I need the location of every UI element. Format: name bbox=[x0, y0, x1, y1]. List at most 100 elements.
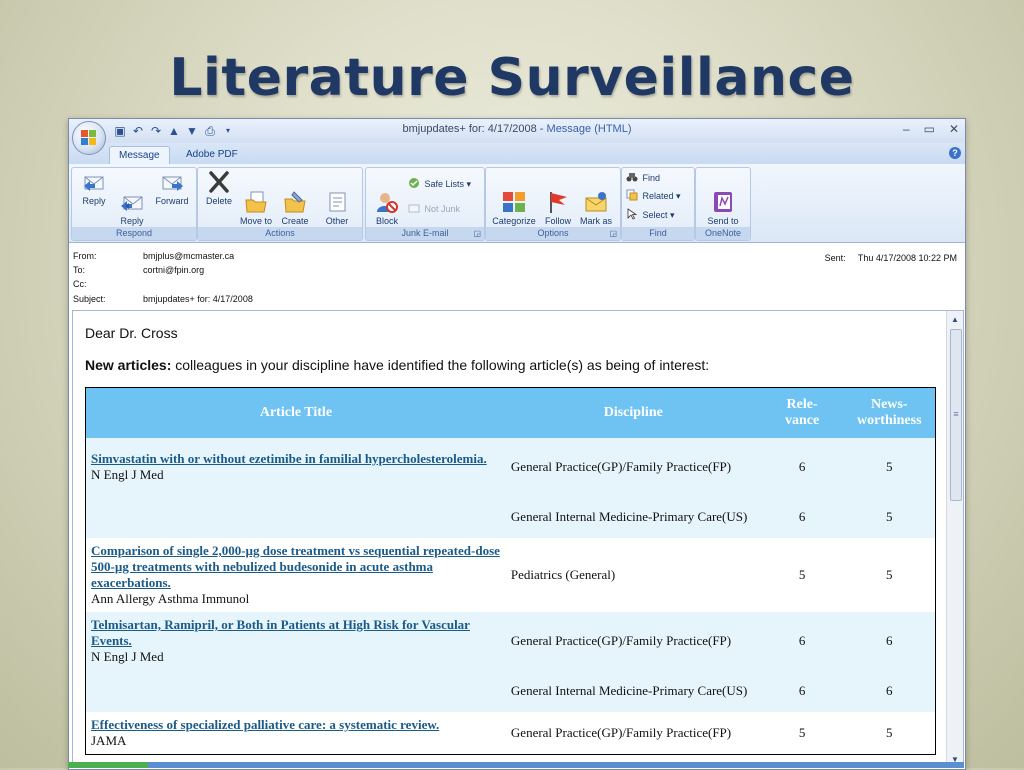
delete-icon bbox=[206, 170, 232, 194]
find-label: Find bbox=[642, 173, 661, 183]
group-label-onenote: OneNote bbox=[696, 227, 750, 240]
articles-table: Article Title Discipline Rele- vance New… bbox=[85, 387, 936, 755]
not-junk-icon bbox=[408, 202, 420, 214]
title-bar: ▣ ↶ ↷ ▲ ▼ ⎙ ▾ bmjupdates+ for: 4/17/2008… bbox=[69, 119, 965, 143]
select-label: Select ▾ bbox=[642, 210, 675, 220]
table-row: Telmisartan, Ramipril, or Both in Patien… bbox=[85, 612, 936, 670]
header-sent: Sent: Thu 4/17/2008 10:22 PM bbox=[825, 253, 957, 263]
scroll-up-arrow-icon[interactable]: ▲ bbox=[947, 313, 963, 327]
newsworthiness-cell: 5 bbox=[843, 438, 936, 496]
ribbon: Reply Reply to All Forward Respond bbox=[69, 164, 965, 243]
move-to-folder-icon bbox=[243, 180, 269, 213]
relevance-cell: 5 bbox=[798, 724, 806, 740]
article-link[interactable]: Comparison of single 2,000-µg dose treat… bbox=[91, 543, 501, 591]
to-label: To: bbox=[73, 265, 86, 275]
forward-label: Forward bbox=[155, 196, 189, 206]
table-header-row: Article Title Discipline Rele- vance New… bbox=[85, 387, 936, 438]
newsworthiness-cell: 5 bbox=[886, 567, 893, 582]
office-logo-icon bbox=[81, 130, 97, 146]
intro-bold: New articles: bbox=[85, 357, 172, 373]
group-actions: Delete Move to Folder ▾ Create Rule Othe… bbox=[197, 167, 363, 241]
column-header-relevance: Rele- vance bbox=[760, 387, 844, 438]
from-value[interactable]: bmjplus@mcmaster.ca bbox=[143, 251, 234, 261]
close-button[interactable]: ✕ bbox=[949, 122, 959, 136]
not-junk-button[interactable]: Not Junk bbox=[408, 202, 460, 216]
journal-name: Ann Allergy Asthma Immunol bbox=[91, 591, 250, 606]
group-respond: Reply Reply to All Forward Respond bbox=[71, 167, 197, 241]
newsworthiness-cell: 6 bbox=[843, 670, 936, 712]
tab-adobe-pdf[interactable]: Adobe PDF bbox=[177, 146, 247, 164]
forward-icon bbox=[159, 170, 185, 194]
discipline-cell: General Internal Medicine-Primary Care(U… bbox=[505, 670, 761, 712]
related-label: Related ▾ bbox=[642, 191, 681, 201]
find-button[interactable]: Find bbox=[626, 171, 660, 185]
relevance-cell: 6 bbox=[760, 438, 844, 496]
taskbar-start-segment[interactable] bbox=[68, 762, 148, 768]
relevance-cell: 6 bbox=[760, 612, 844, 670]
mark-unread-icon bbox=[583, 180, 609, 212]
journal-name: N Engl J Med bbox=[91, 467, 164, 482]
group-label-find: Find bbox=[622, 227, 694, 240]
select-button[interactable]: Select ▾ bbox=[626, 208, 675, 222]
to-value[interactable]: cortni@fpin.org bbox=[143, 265, 204, 275]
related-icon bbox=[626, 189, 638, 201]
not-junk-label: Not Junk bbox=[424, 204, 461, 214]
window-controls: – ▭ ✕ bbox=[903, 122, 959, 136]
forward-button[interactable]: Forward bbox=[152, 170, 192, 206]
vertical-scrollbar[interactable]: ▲ ≡ ▼ bbox=[946, 311, 963, 767]
intro-text: New articles: colleagues in your discipl… bbox=[85, 357, 709, 373]
relevance-cell: 6 bbox=[760, 670, 844, 712]
junk-options-launcher-icon[interactable]: ◲ bbox=[473, 229, 481, 238]
window-title-type: Message (HTML) bbox=[546, 123, 632, 135]
discipline-cell: General Internal Medicine-Primary Care(U… bbox=[505, 496, 761, 538]
subject-label: Subject: bbox=[73, 294, 106, 304]
discipline-cell: General Practice(GP)/Family Practice(FP) bbox=[505, 438, 761, 496]
sent-label: Sent: bbox=[824, 253, 846, 263]
follow-up-flag-icon bbox=[545, 180, 571, 213]
categorize-icon bbox=[501, 180, 527, 212]
window-title-subject: bmjupdates+ for: 4/17/2008 bbox=[402, 123, 537, 135]
block-sender-icon bbox=[374, 180, 400, 213]
minimize-button[interactable]: – bbox=[903, 122, 910, 136]
article-link[interactable]: Telmisartan, Ramipril, or Both in Patien… bbox=[91, 617, 501, 649]
group-onenote: Send to OneNote OneNote bbox=[695, 167, 751, 241]
reply-label: Reply bbox=[82, 196, 106, 206]
message-body: Dear Dr. Cross New articles: colleagues … bbox=[72, 310, 964, 768]
reply-button[interactable]: Reply bbox=[76, 170, 112, 206]
group-label-respond: Respond bbox=[72, 227, 196, 240]
help-icon[interactable]: ? bbox=[949, 147, 961, 159]
binoculars-icon bbox=[626, 171, 638, 183]
safe-lists-button[interactable]: Safe Lists ▾ bbox=[408, 177, 471, 191]
table-row: Effectiveness of specialized palliative … bbox=[86, 712, 936, 754]
newsworthiness-cell: 5 bbox=[886, 724, 893, 740]
scroll-grip-icon: ≡ bbox=[953, 409, 959, 419]
relevance-cell: 5 bbox=[798, 567, 806, 582]
group-options: Categorize ▾ Follow Up ▾ Mark as Unread … bbox=[485, 167, 621, 241]
scroll-thumb[interactable]: ≡ bbox=[950, 329, 962, 501]
greeting: Dear Dr. Cross bbox=[85, 325, 178, 341]
reply-all-icon bbox=[119, 180, 145, 211]
delete-button[interactable]: Delete bbox=[202, 170, 236, 206]
related-button[interactable]: Related ▾ bbox=[626, 189, 681, 203]
restore-button[interactable]: ▭ bbox=[924, 122, 935, 136]
group-label-options: Options bbox=[486, 227, 620, 240]
subject-value: bmjupdates+ for: 4/17/2008 bbox=[143, 294, 253, 304]
safe-lists-icon bbox=[408, 177, 420, 189]
options-launcher-icon[interactable]: ◲ bbox=[609, 229, 617, 238]
delete-label: Delete bbox=[205, 196, 232, 206]
discipline-cell: General Practice(GP)/Family Practice(FP) bbox=[505, 612, 761, 670]
discipline-cell: General Practice(GP)/Family Practice(FP) bbox=[510, 724, 732, 740]
table-row: Comparison of single 2,000-µg dose treat… bbox=[86, 538, 936, 612]
column-header-title: Article Title bbox=[85, 387, 506, 438]
tab-message[interactable]: Message bbox=[109, 146, 170, 165]
article-link[interactable]: Simvastatin with or without ezetimibe in… bbox=[91, 451, 501, 467]
intro-rest: colleagues in your discipline have ident… bbox=[171, 357, 710, 373]
create-rule-icon bbox=[282, 180, 308, 213]
group-find: Find Related ▾ Select ▾ Find bbox=[621, 167, 695, 241]
slide-title: Literature Surveillance bbox=[169, 48, 855, 108]
article-link[interactable]: Effectiveness of specialized palliative … bbox=[91, 717, 501, 733]
message-headers: From: bmjplus@mcmaster.ca To: cortni@fpi… bbox=[69, 249, 965, 309]
reply-icon bbox=[81, 170, 107, 194]
table-row: Simvastatin with or without ezetimibe in… bbox=[85, 438, 936, 496]
office-button[interactable] bbox=[72, 121, 106, 155]
